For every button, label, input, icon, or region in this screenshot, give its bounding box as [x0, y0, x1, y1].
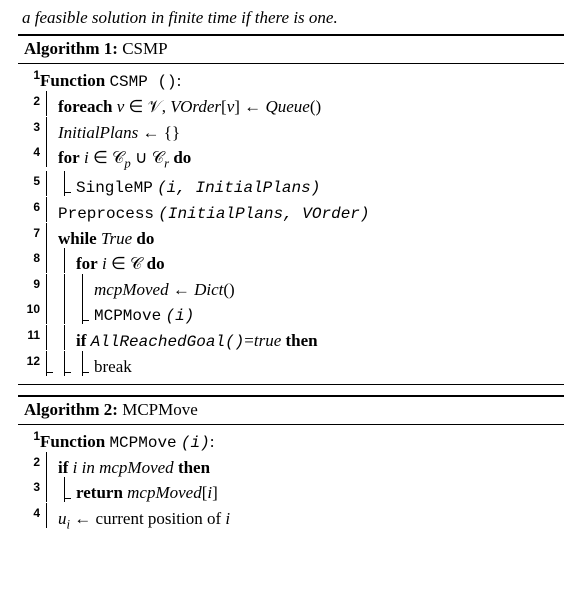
line-number: 6	[18, 200, 40, 226]
line-number: 1	[18, 429, 40, 455]
line-number: 1	[18, 68, 40, 94]
code-line: for i ∈ 𝒞p ∪ 𝒞r do	[40, 145, 564, 174]
algo2-code: 1Function MCPMove (i):2if i in mcpMoved …	[18, 429, 564, 535]
code-line: Function MCPMove (i):	[40, 429, 564, 455]
line-number: 7	[18, 226, 40, 252]
code-line: MCPMove (i)	[40, 302, 564, 328]
algo1-code: 1Function CSMP ():2foreach v ∈ 𝒱, VOrder…	[18, 68, 564, 380]
line-number: 12	[18, 354, 40, 380]
line-number: 9	[18, 277, 40, 303]
algo2-title: Algorithm 2: MCPMove	[18, 397, 564, 424]
line-number: 2	[18, 455, 40, 481]
algo1-label: Algorithm 1:	[24, 39, 118, 58]
code-line: if i in mcpMoved then	[40, 455, 564, 481]
code-line: for i ∈ 𝒞 do	[40, 251, 564, 277]
code-line: SingleMP (i, InitialPlans)	[40, 174, 564, 200]
code-line: ui ← current position of i	[40, 506, 564, 535]
algo2-label: Algorithm 2:	[24, 400, 118, 419]
algo1-name: CSMP	[122, 39, 167, 58]
line-number: 4	[18, 506, 40, 535]
code-line: break	[40, 354, 564, 380]
algo1-title: Algorithm 1: CSMP	[18, 36, 564, 63]
line-number: 3	[18, 120, 40, 146]
line-number: 10	[18, 302, 40, 328]
code-line: InitialPlans ← {}	[40, 120, 564, 146]
line-number: 3	[18, 480, 40, 506]
algorithm-2: Algorithm 2: MCPMove 1Function MCPMove (…	[18, 395, 564, 539]
code-line: foreach v ∈ 𝒱, VOrder[v] ← Queue()	[40, 94, 564, 120]
code-line: Preprocess (InitialPlans, VOrder)	[40, 200, 564, 226]
code-line: mcpMoved ← Dict()	[40, 277, 564, 303]
code-line: return mcpMoved[i]	[40, 480, 564, 506]
code-line: Function CSMP ():	[40, 68, 564, 94]
code-line: while True do	[40, 226, 564, 252]
algo2-name: MCPMove	[122, 400, 198, 419]
line-number: 8	[18, 251, 40, 277]
line-number: 5	[18, 174, 40, 200]
intro-fragment: a feasible solution in finite time if th…	[18, 8, 564, 28]
line-number: 4	[18, 145, 40, 174]
code-line: if AllReachedGoal()=true then	[40, 328, 564, 354]
algorithm-1: Algorithm 1: CSMP 1Function CSMP ():2for…	[18, 34, 564, 385]
line-number: 2	[18, 94, 40, 120]
line-number: 11	[18, 328, 40, 354]
